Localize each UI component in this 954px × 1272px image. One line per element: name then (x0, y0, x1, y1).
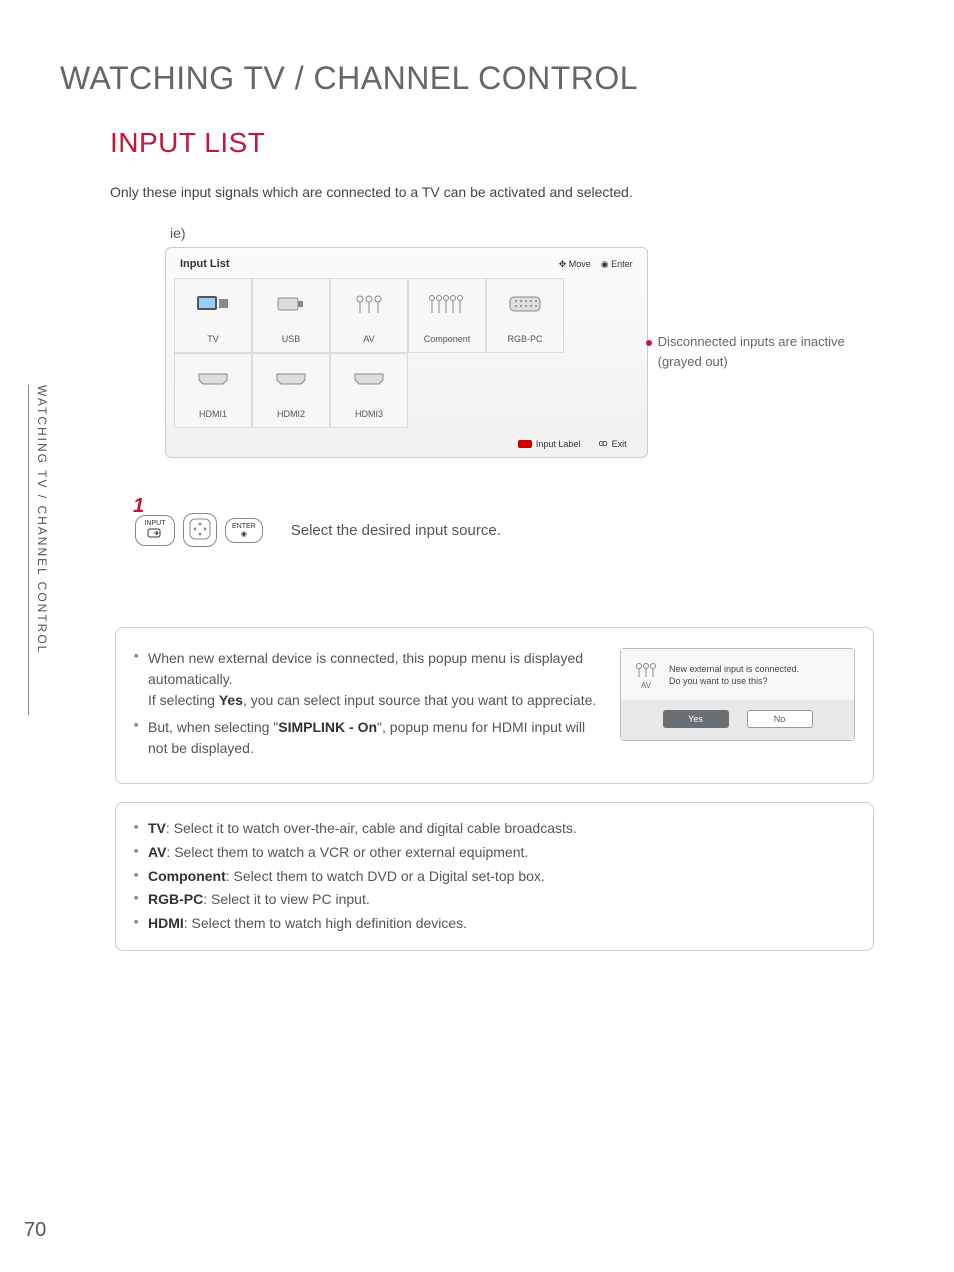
footer-input-label[interactable]: Input Label (518, 439, 581, 449)
input-rgbpc[interactable]: RGB-PC (486, 278, 564, 353)
definitions-box: TV: Select it to watch over-the-air, cab… (115, 802, 874, 951)
popup-yes-button[interactable]: Yes (663, 710, 729, 728)
input-usb[interactable]: USB (252, 278, 330, 353)
hdmi-icon (197, 364, 229, 394)
def-component: Component: Select them to watch DVD or a… (134, 865, 855, 889)
input-hdmi3[interactable]: HDMI3 (330, 353, 408, 428)
component-icon (427, 289, 467, 319)
av-icon (354, 289, 384, 319)
intro-text: Only these input signals which are conne… (110, 184, 894, 200)
step-number: 1 (133, 495, 144, 518)
input-grid: TV USB AV C (166, 278, 647, 428)
back-icon: ꝏ (598, 438, 607, 449)
popup-input-icon: AV (633, 661, 659, 690)
popup-message: New external input is connected. Do you … (669, 664, 799, 687)
move-hint: ✥ Move (559, 259, 591, 270)
page-title: WATCHING TV / CHANNEL CONTROL (60, 60, 894, 97)
example-label: ie) (170, 225, 894, 241)
side-note: Disconnected inputs are inactive (grayed… (658, 332, 894, 371)
enter-button[interactable]: ENTER ◉ (225, 518, 263, 543)
dpad-icon (187, 516, 213, 542)
input-label: HDMI2 (277, 409, 305, 419)
info-line-2: But, when selecting "SIMPLINK - On", pop… (134, 717, 600, 759)
enter-hint: ◉ Enter (601, 259, 633, 270)
def-hdmi: HDMI: Select them to watch high definiti… (134, 912, 855, 936)
page-number: 70 (24, 1219, 46, 1242)
panel-title: Input List (180, 258, 230, 270)
hdmi-icon (275, 364, 307, 394)
input-av[interactable]: AV (330, 278, 408, 353)
input-button[interactable]: INPUT (135, 515, 175, 546)
input-label: Component (424, 334, 471, 344)
step-text: Select the desired input source. (291, 522, 501, 539)
page: WATCHING TV / CHANNEL CONTROL INPUT LIST… (0, 0, 954, 951)
input-label: USB (282, 334, 301, 344)
info-box: When new external device is connected, t… (115, 627, 874, 784)
input-list-panel: Input List ✥ Move ◉ Enter TV US (165, 247, 648, 458)
footer-exit[interactable]: ꝏExit (598, 438, 626, 449)
sidebar-section-label: WATCHING TV / CHANNEL CONTROL (28, 385, 49, 715)
new-input-popup: AV New external input is connected. Do y… (620, 648, 855, 741)
def-rgbpc: RGB-PC: Select it to view PC input. (134, 888, 855, 912)
popup-no-button[interactable]: No (747, 710, 813, 728)
dpad-button[interactable] (183, 513, 217, 547)
def-tv: TV: Select it to watch over-the-air, cab… (134, 817, 855, 841)
usb-icon (276, 289, 306, 319)
step-1: 1 INPUT ENTER ◉ Select the desired input… (135, 513, 894, 547)
input-tv[interactable]: TV (174, 278, 252, 353)
input-hdmi2[interactable]: HDMI2 (252, 353, 330, 428)
input-hdmi1[interactable]: HDMI1 (174, 353, 252, 428)
input-source-icon (147, 527, 163, 539)
input-component[interactable]: Component (408, 278, 486, 353)
def-av: AV: Select them to watch a VCR or other … (134, 841, 855, 865)
tv-icon (196, 289, 230, 319)
input-label: RGB-PC (507, 334, 542, 344)
info-line-1: When new external device is connected, t… (134, 648, 600, 711)
section-title: INPUT LIST (110, 127, 894, 159)
input-label: HDMI3 (355, 409, 383, 419)
hdmi-icon (353, 364, 385, 394)
input-label: HDMI1 (199, 409, 227, 419)
rgbpc-icon (509, 289, 541, 319)
input-label: AV (363, 334, 374, 344)
input-label: TV (207, 334, 219, 344)
